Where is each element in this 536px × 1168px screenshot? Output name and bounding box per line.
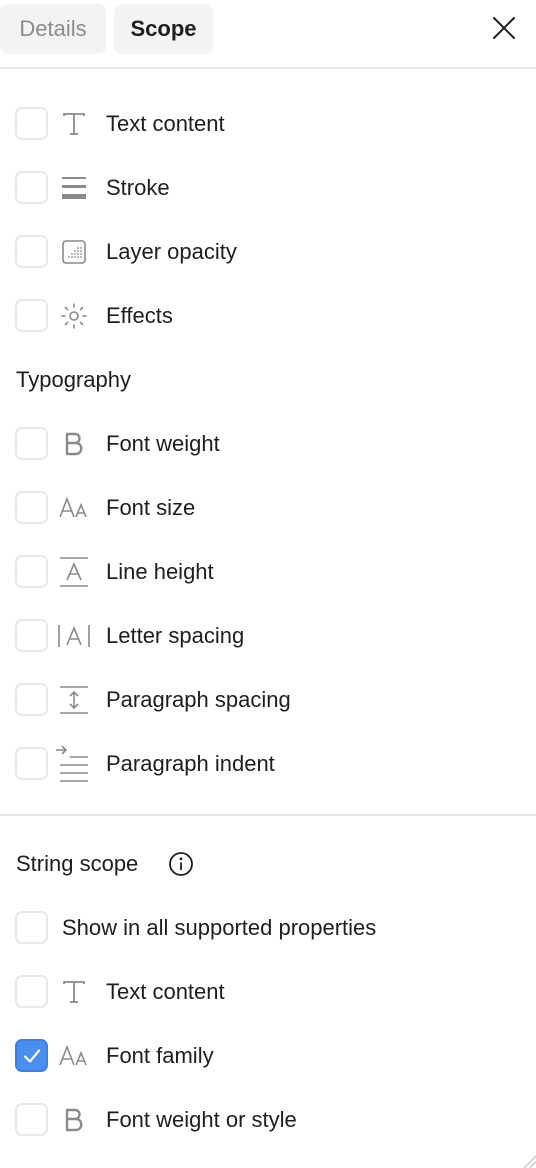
line-height-icon — [60, 557, 88, 587]
scope-item-label: Paragraph spacing — [106, 687, 291, 712]
scope-item-text-content[interactable]: Text content — [0, 92, 536, 156]
checkbox[interactable] — [15, 747, 48, 780]
font-weight-icon — [65, 432, 83, 456]
string-scope-item-font-weight-or-style[interactable]: Font weight or style — [0, 1088, 536, 1152]
section-divider — [0, 814, 536, 816]
effects-icon — [61, 303, 87, 329]
stroke-icon — [62, 177, 86, 199]
scope-item-layer-opacity[interactable]: Layer opacity — [0, 220, 536, 284]
checkbox-checked[interactable] — [15, 1039, 48, 1072]
checkbox[interactable] — [15, 1103, 48, 1136]
checkbox[interactable] — [15, 683, 48, 716]
paragraph-indent-icon — [56, 745, 88, 782]
text-icon — [63, 981, 85, 1003]
checkbox[interactable] — [15, 619, 48, 652]
scope-item-label: Show in all supported properties — [62, 915, 377, 940]
scope-item-paragraph-spacing[interactable]: Paragraph spacing — [0, 668, 536, 732]
scope-item-label: Paragraph indent — [106, 751, 275, 776]
tab-scope[interactable]: Scope — [114, 4, 213, 54]
close-icon — [493, 17, 515, 39]
scope-item-label: Font weight or style — [106, 1107, 297, 1132]
scope-item-line-height[interactable]: Line height — [0, 540, 536, 604]
scope-item-label: Text content — [106, 979, 225, 1004]
scope-item-font-size[interactable]: Font size — [0, 476, 536, 540]
letter-spacing-icon — [58, 625, 90, 647]
checkbox[interactable] — [15, 427, 48, 460]
close-button[interactable] — [486, 10, 522, 46]
checkbox[interactable] — [15, 555, 48, 588]
scope-item-show-all[interactable]: Show in all supported properties — [0, 896, 536, 960]
scope-item-font-weight[interactable]: Font weight — [0, 412, 536, 476]
checkbox[interactable] — [15, 171, 48, 204]
scope-item-stroke[interactable]: Stroke — [0, 156, 536, 220]
string-scope-item-font-family[interactable]: Font family — [0, 1024, 536, 1088]
string-scope-item-text-content[interactable]: Text content — [0, 960, 536, 1024]
scope-item-label: Effects — [106, 303, 173, 328]
info-icon[interactable] — [167, 850, 195, 878]
font-family-icon — [59, 1044, 87, 1066]
panel-header: Details Scope — [0, 0, 536, 69]
scope-item-label: Letter spacing — [106, 623, 245, 648]
checkbox[interactable] — [15, 235, 48, 268]
scope-item-label: Font weight — [106, 431, 220, 456]
scope-item-effects[interactable]: Effects — [0, 284, 536, 348]
section-title-typography: Typography — [16, 367, 131, 392]
scope-item-label: Layer opacity — [106, 239, 237, 264]
scope-item-label: Font size — [106, 495, 196, 520]
checkmark-icon — [23, 1049, 41, 1063]
text-icon — [63, 113, 85, 135]
paragraph-spacing-icon — [60, 686, 88, 714]
checkbox[interactable] — [15, 975, 48, 1008]
checkbox[interactable] — [15, 491, 48, 524]
scope-item-label: Stroke — [106, 175, 170, 200]
scope-item-paragraph-indent[interactable]: Paragraph indent — [0, 732, 536, 796]
scope-item-letter-spacing[interactable]: Letter spacing — [0, 604, 536, 668]
scope-item-label: Font family — [106, 1043, 214, 1068]
scope-item-label: Line height — [106, 559, 214, 584]
tab-details[interactable]: Details — [0, 4, 106, 54]
checkbox[interactable] — [15, 107, 48, 140]
checkbox[interactable] — [15, 299, 48, 332]
opacity-icon — [62, 240, 86, 264]
font-weight-icon — [65, 1108, 83, 1132]
scope-item-label: Text content — [106, 111, 225, 136]
checkbox[interactable] — [15, 911, 48, 944]
resize-grip-icon[interactable] — [522, 1154, 536, 1168]
section-title-string-scope: String scope — [16, 851, 139, 876]
font-size-icon — [59, 496, 87, 518]
